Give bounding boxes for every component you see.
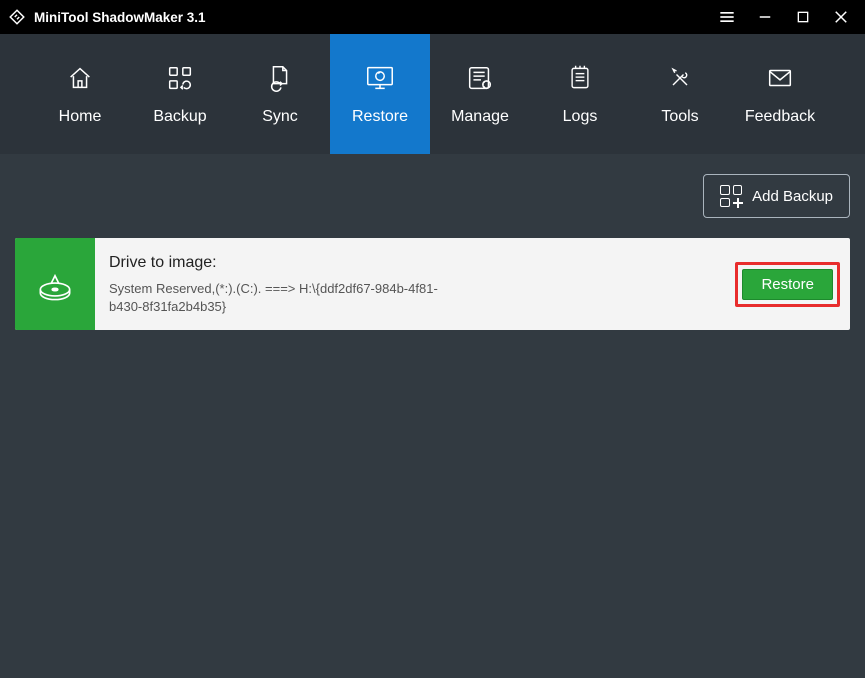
close-button[interactable] xyxy=(831,7,851,27)
titlebar: MiniTool ShadowMaker 3.1 xyxy=(0,0,865,34)
main-nav: Home Backup Sync Restore xyxy=(0,34,865,154)
restore-button[interactable]: Restore xyxy=(742,269,833,300)
restore-icon xyxy=(364,62,396,94)
task-type-icon-column xyxy=(15,238,95,330)
app-title: MiniTool ShadowMaker 3.1 xyxy=(34,10,717,25)
nav-label: Sync xyxy=(262,108,298,126)
home-icon xyxy=(64,62,96,94)
drive-icon xyxy=(33,262,77,306)
add-backup-label: Add Backup xyxy=(752,188,833,205)
nav-tools[interactable]: Tools xyxy=(630,34,730,154)
task-body: Drive to image: System Reserved,(*:).(C:… xyxy=(95,238,735,330)
nav-label: Restore xyxy=(352,108,408,126)
add-backup-button[interactable]: Add Backup xyxy=(703,174,850,218)
nav-sync[interactable]: Sync xyxy=(230,34,330,154)
minimize-button[interactable] xyxy=(755,7,775,27)
backup-icon xyxy=(164,62,196,94)
task-actions: Restore xyxy=(735,238,850,330)
nav-manage[interactable]: Manage xyxy=(430,34,530,154)
task-detail: System Reserved,(*:).(C:). ===> H:\{ddf2… xyxy=(109,280,449,315)
logs-icon xyxy=(564,62,596,94)
manage-icon xyxy=(464,62,496,94)
restore-button-label: Restore xyxy=(761,276,814,293)
window-controls xyxy=(717,7,859,27)
task-title: Drive to image: xyxy=(109,254,721,272)
content-area: Add Backup Drive to image: System Reserv… xyxy=(0,154,865,350)
nav-label: Home xyxy=(59,108,102,126)
menu-icon[interactable] xyxy=(717,7,737,27)
nav-feedback[interactable]: Feedback xyxy=(730,34,830,154)
app-logo-icon xyxy=(8,8,26,26)
backup-task-card: Drive to image: System Reserved,(*:).(C:… xyxy=(15,238,850,330)
nav-home[interactable]: Home xyxy=(30,34,130,154)
maximize-button[interactable] xyxy=(793,7,813,27)
restore-highlight-box: Restore xyxy=(735,262,840,307)
nav-restore[interactable]: Restore xyxy=(330,34,430,154)
tools-icon xyxy=(664,62,696,94)
feedback-icon xyxy=(764,62,796,94)
sync-icon xyxy=(264,62,296,94)
nav-label: Logs xyxy=(563,108,598,126)
nav-label: Backup xyxy=(153,108,206,126)
nav-logs[interactable]: Logs xyxy=(530,34,630,154)
content-toolbar: Add Backup xyxy=(15,174,850,218)
nav-label: Manage xyxy=(451,108,509,126)
add-grid-icon xyxy=(720,185,742,207)
nav-backup[interactable]: Backup xyxy=(130,34,230,154)
nav-label: Tools xyxy=(661,108,698,126)
nav-label: Feedback xyxy=(745,108,815,126)
